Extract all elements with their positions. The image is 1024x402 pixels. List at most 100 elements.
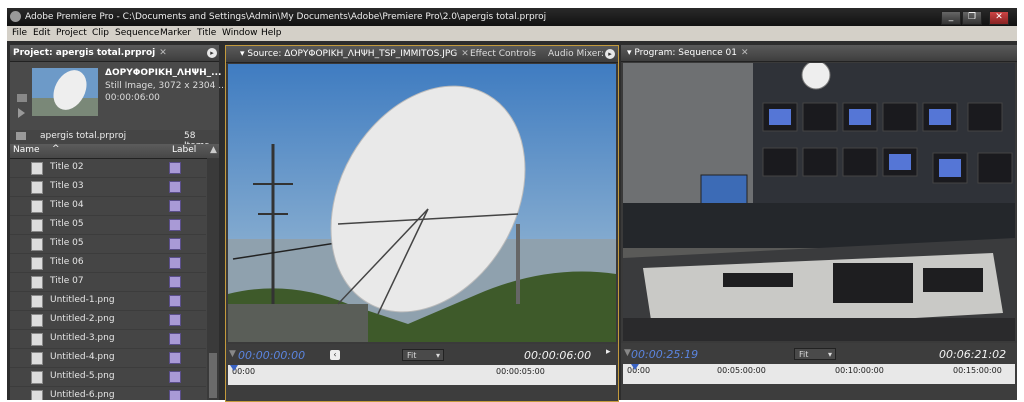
ruler-label: 00:05:00:00 — [717, 366, 766, 375]
panel-menu-icon[interactable]: ▸ — [207, 48, 217, 58]
premiere-app-icon — [10, 11, 21, 22]
list-item[interactable]: Title 06 — [10, 253, 206, 273]
source-video-frame — [228, 64, 616, 342]
menu-file[interactable]: File — [12, 28, 27, 38]
title-file-icon — [31, 219, 43, 232]
minimize-button[interactable]: _ — [941, 11, 961, 25]
source-zoom-select[interactable]: Fit ▾ — [402, 349, 444, 361]
program-time-ruler[interactable]: 00:00 00:05:00:00 00:10:00:00 00:15:00:0… — [623, 364, 1015, 384]
marker-icon[interactable]: ▼ — [229, 349, 236, 359]
source-duration-timecode: 00:00:06:00 — [524, 349, 592, 362]
tab-project[interactable]: Project: apergis total.prproj ✕ — [13, 45, 167, 61]
label-swatch[interactable] — [169, 257, 181, 269]
list-item[interactable]: Title 07 — [10, 272, 206, 292]
tab-menu-icon[interactable]: ▾ — [240, 49, 245, 59]
menu-help[interactable]: Help — [261, 28, 282, 38]
title-file-icon — [31, 181, 43, 194]
column-name[interactable]: Name — [13, 145, 40, 155]
list-item[interactable]: Untitled-6.png — [10, 386, 206, 400]
label-swatch[interactable] — [169, 390, 181, 400]
tab-menu-icon[interactable]: ▾ — [627, 48, 632, 58]
scroll-up-icon[interactable]: ▲ — [210, 145, 217, 155]
project-info-row: apergis total.prproj 58 Items — [10, 130, 219, 151]
list-item[interactable]: Title 05 — [10, 234, 206, 254]
label-swatch[interactable] — [169, 333, 181, 345]
label-swatch[interactable] — [169, 181, 181, 193]
panel-menu-icon[interactable]: ▸ — [606, 347, 611, 357]
play-icon[interactable] — [18, 108, 25, 118]
label-swatch[interactable] — [169, 314, 181, 326]
project-tab-label: Project: apergis total.prproj — [13, 48, 156, 58]
source-time-ruler[interactable]: 00:00 00:00:05:00 — [228, 365, 616, 385]
close-icon[interactable]: ✕ — [461, 49, 469, 59]
ruler-label: 00:15:00:00 — [953, 366, 1002, 375]
label-swatch[interactable] — [169, 219, 181, 231]
menu-clip[interactable]: Clip — [92, 28, 109, 38]
close-button[interactable]: ✕ — [989, 11, 1009, 25]
image-file-icon — [31, 390, 43, 400]
list-item[interactable]: Untitled-4.png — [10, 348, 206, 368]
label-swatch[interactable] — [169, 295, 181, 307]
image-file-icon — [31, 333, 43, 346]
preview-clip-name: ΔΟΡΥΦΟΡΙΚΗ_ΛΗΨΗ_... — [105, 68, 222, 78]
menu-title[interactable]: Title — [197, 28, 216, 38]
preview-clip-type: Still Image, 3072 x 2304 ... — [105, 81, 227, 91]
label-swatch[interactable] — [169, 276, 181, 288]
marker-icon[interactable]: ▼ — [624, 348, 631, 358]
label-swatch[interactable] — [169, 352, 181, 364]
window-title: Adobe Premiere Pro - C:\Documents and Se… — [25, 12, 547, 22]
title-file-icon — [31, 200, 43, 213]
label-swatch[interactable] — [169, 200, 181, 212]
ruler-label: 00:10:00:00 — [835, 366, 884, 375]
list-item[interactable]: Title 02 — [10, 158, 206, 178]
bin-icon — [16, 132, 26, 140]
program-controls: ▼ 00:00:25:19 Fit ▾ 00:06:21:02 00:00 00:… — [621, 343, 1017, 400]
list-item[interactable]: Title 05 — [10, 215, 206, 235]
list-item[interactable]: Untitled-5.png — [10, 367, 206, 387]
tab-effect-controls[interactable]: Effect Controls — [470, 46, 536, 62]
tab-audio-mixer[interactable]: Audio Mixer: — [548, 46, 604, 62]
image-file-icon — [31, 314, 43, 327]
column-label[interactable]: Label — [172, 145, 196, 155]
menu-project[interactable]: Project — [56, 28, 87, 38]
maximize-button[interactable]: ❐ — [962, 11, 982, 25]
label-swatch[interactable] — [169, 238, 181, 250]
list-item[interactable]: Untitled-3.png — [10, 329, 206, 349]
project-item-list: Title 02 Title 03 Title 04 Title 05 Titl… — [10, 158, 219, 400]
menu-sequence[interactable]: Sequence — [115, 28, 159, 38]
ruler-label: 00:00:05:00 — [496, 367, 545, 376]
tab-program[interactable]: ▾ Program: Sequence 01 ✕ — [627, 45, 749, 61]
program-current-timecode[interactable]: 00:00:25:19 — [631, 348, 698, 361]
project-file-name: apergis total.prproj — [40, 131, 127, 141]
camera-icon[interactable] — [17, 94, 27, 102]
close-icon[interactable]: ✕ — [741, 48, 749, 58]
project-panel-header: Project: apergis total.prproj ✕ ▸ — [10, 45, 219, 62]
menu-marker[interactable]: Marker — [160, 28, 191, 38]
menu-window[interactable]: Window — [222, 28, 258, 38]
scrollbar-thumb[interactable] — [209, 353, 217, 398]
panel-menu-icon[interactable]: ▸ — [605, 49, 615, 59]
vertical-scrollbar[interactable] — [207, 158, 219, 400]
list-item[interactable]: Untitled-1.png — [10, 291, 206, 311]
list-item[interactable]: Untitled-2.png — [10, 310, 206, 330]
program-zoom-select[interactable]: Fit ▾ — [794, 348, 836, 360]
program-tab-label: Program: Sequence 01 — [634, 48, 737, 58]
program-panel-header: ▾ Program: Sequence 01 ✕ — [621, 45, 1017, 62]
list-item[interactable]: Title 04 — [10, 196, 206, 216]
source-current-timecode[interactable]: 00:00:00:00 — [238, 349, 305, 362]
image-file-icon — [31, 295, 43, 308]
tab-source[interactable]: ▾ Source: ΔΟΡΥΦΟΡΙΚΗ_ΛΗΨΗ_TSP_ΙΜΜΙΤΟS.JP… — [240, 46, 469, 62]
mark-in-icon[interactable]: ‹ — [330, 350, 340, 360]
project-preview-area: ΔΟΡΥΦΟΡΙΚΗ_ΛΗΨΗ_... Still Image, 3072 x … — [10, 62, 227, 130]
title-file-icon — [31, 238, 43, 251]
label-swatch[interactable] — [169, 162, 181, 174]
title-file-icon — [31, 162, 43, 175]
playhead-icon[interactable] — [631, 364, 639, 370]
close-icon[interactable]: ✕ — [159, 48, 167, 58]
playhead-icon[interactable] — [230, 365, 238, 371]
sort-ascending-icon[interactable]: ^ — [52, 144, 60, 154]
list-item[interactable]: Title 03 — [10, 177, 206, 197]
preview-clip-duration: 00:00:06:00 — [105, 93, 160, 103]
label-swatch[interactable] — [169, 371, 181, 383]
menu-edit[interactable]: Edit — [33, 28, 50, 38]
